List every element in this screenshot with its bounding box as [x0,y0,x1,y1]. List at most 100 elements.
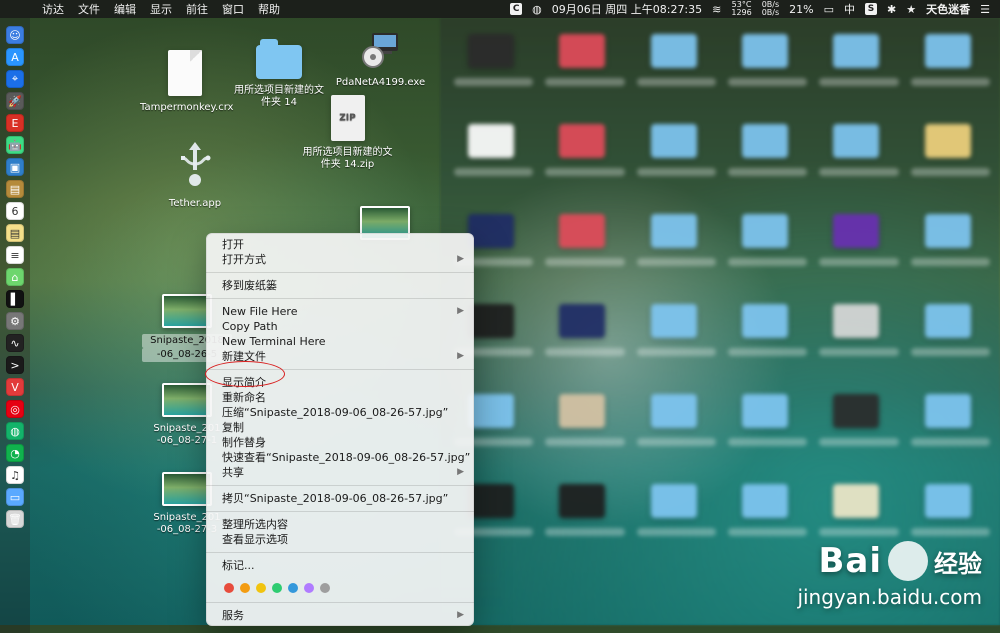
tag-color-dot[interactable] [240,583,250,593]
music-icon[interactable]: ♫ [6,466,24,484]
context-menu-item[interactable]: 拷贝“Snipaste_2018-09-06_08-26-57.jpg” [206,491,474,506]
blurred-grid-item[interactable] [722,204,813,294]
blurred-grid-item[interactable] [448,114,539,204]
blurred-grid-item[interactable] [539,204,630,294]
blurred-grid-item[interactable] [539,384,630,474]
context-menu-item[interactable]: 移到废纸篓 [206,278,474,293]
blurred-grid-item[interactable] [631,384,722,474]
star-icon[interactable]: ★ [906,3,916,16]
tag-color-dot[interactable] [224,583,234,593]
context-menu-item[interactable]: 整理所选内容 [206,517,474,532]
menu-file[interactable]: 文件 [78,1,100,17]
blurred-grid-item[interactable] [813,204,904,294]
blurred-grid-item[interactable] [905,204,996,294]
desktop-item-zip14[interactable]: ZIP 用所选项目新建的文 件夹 14.zip [300,95,395,171]
context-menu-item[interactable]: New File Here ▶ [206,304,474,319]
terminal-dark-icon[interactable]: ▌ [6,290,24,308]
textedit-icon[interactable]: ≡ [6,246,24,264]
context-menu-item[interactable]: 查看显示选项 [206,532,474,547]
red-app-icon[interactable]: E [6,114,24,132]
menu-help[interactable]: 帮助 [258,1,280,17]
blurred-grid-item[interactable] [539,114,630,204]
blurred-grid-item[interactable] [539,24,630,114]
network-readout[interactable]: 0B/s 0B/s [762,1,779,17]
c-badge-icon[interactable]: C [510,3,523,15]
blurred-grid-item[interactable] [722,24,813,114]
context-menu-item[interactable]: 打开方式 ▶ [206,252,474,267]
trash-icon[interactable]: 🗑 [6,510,24,528]
username[interactable]: 天色迷香 [926,1,970,17]
blurred-grid-item[interactable] [631,204,722,294]
context-menu-item[interactable]: 标记... [206,558,474,573]
netease-icon[interactable]: ◎ [6,400,24,418]
tag-color-dot[interactable] [304,583,314,593]
launchpad-icon[interactable]: 🚀 [6,92,24,110]
blurred-grid-item[interactable] [813,294,904,384]
notes-icon[interactable]: ▤ [6,180,24,198]
wechat-work-icon[interactable]: ◍ [6,422,24,440]
android-icon[interactable]: 🤖 [6,136,24,154]
blurred-grid-item[interactable] [905,24,996,114]
maps-icon[interactable]: ⌂ [6,268,24,286]
bluetooth-icon[interactable]: ✱ [887,3,896,16]
blurred-grid-item[interactable] [905,294,996,384]
vivaldi-icon[interactable]: V [6,378,24,396]
preview-icon[interactable]: ▣ [6,158,24,176]
context-menu-item[interactable]: 制作替身 [206,435,474,450]
context-menu-item[interactable]: 复制 [206,420,474,435]
context-menu-item[interactable]: 共享 ▶ [206,465,474,480]
blurred-grid-item[interactable] [631,24,722,114]
activity-monitor-icon[interactable]: ∿ [6,334,24,352]
appstore-icon[interactable]: A [6,48,24,66]
menu-go[interactable]: 前往 [186,1,208,17]
tag-color-dot[interactable] [320,583,330,593]
menu-edit[interactable]: 编辑 [114,1,136,17]
calendar-icon[interactable]: 6 [6,202,24,220]
context-menu-item[interactable]: New Terminal Here [206,334,474,349]
settings-icon[interactable]: ⚙ [6,312,24,330]
blurred-grid-item[interactable] [722,114,813,204]
tag-color-dot[interactable] [272,583,282,593]
blurred-grid-item[interactable] [631,114,722,204]
blurred-grid-item[interactable] [631,294,722,384]
wechat-icon[interactable]: ◔ [6,444,24,462]
blurred-grid-item[interactable] [539,294,630,384]
desktop-item-tampermonkey[interactable]: Tampermonkey.crx [140,50,233,114]
tag-color-dot[interactable] [256,583,266,593]
globe-icon[interactable]: ◍ [532,3,542,16]
blurred-grid-item[interactable] [813,384,904,474]
blurred-grid-item[interactable] [722,294,813,384]
tag-color-dot[interactable] [288,583,298,593]
context-menu-item[interactable]: 显示简介 [206,375,474,390]
wifi-icon[interactable]: ≋ [712,3,721,16]
blurred-grid-item[interactable] [905,114,996,204]
blurred-grid-item[interactable] [813,24,904,114]
context-menu-item[interactable]: 服务 ▶ [206,608,474,623]
context-menu-item[interactable]: 新建文件 ▶ [206,349,474,364]
blurred-grid-item[interactable] [905,384,996,474]
context-menu-item[interactable]: 快速查看“Snipaste_2018-09-06_08-26-57.jpg” [206,450,474,465]
downloads-folder-icon[interactable]: ▭ [6,488,24,506]
menu-view[interactable]: 显示 [150,1,172,17]
blurred-grid-item[interactable] [539,474,630,564]
menu-window[interactable]: 窗口 [222,1,244,17]
blurred-grid-item[interactable] [631,474,722,564]
battery-icon[interactable]: ▭ [824,3,834,16]
input-method[interactable]: 中 [844,1,855,17]
stickies-icon[interactable]: ▤ [6,224,24,242]
datetime[interactable]: 09月06日 周四 上午08:27:35 [552,1,702,17]
s-badge-icon[interactable]: S [865,3,878,15]
desktop-item-tether[interactable]: Tether.app [160,140,230,210]
context-menu-item[interactable]: Copy Path [206,319,474,334]
safari-icon[interactable]: ⌖ [6,70,24,88]
terminal-icon[interactable]: > [6,356,24,374]
temperature-readout[interactable]: 53°C 1296 [731,1,751,17]
blurred-grid-item[interactable] [813,114,904,204]
battery-percent[interactable]: 21% [789,3,813,16]
blurred-grid-item[interactable] [448,24,539,114]
blurred-grid-item[interactable] [722,384,813,474]
desktop-item-pdanet[interactable]: PdaNetA4199.exe [333,25,428,89]
context-menu-item[interactable]: 重新命名 [206,390,474,405]
menu-list-icon[interactable]: ☰ [980,3,990,16]
context-menu-item[interactable]: 压缩“Snipaste_2018-09-06_08-26-57.jpg” [206,405,474,420]
